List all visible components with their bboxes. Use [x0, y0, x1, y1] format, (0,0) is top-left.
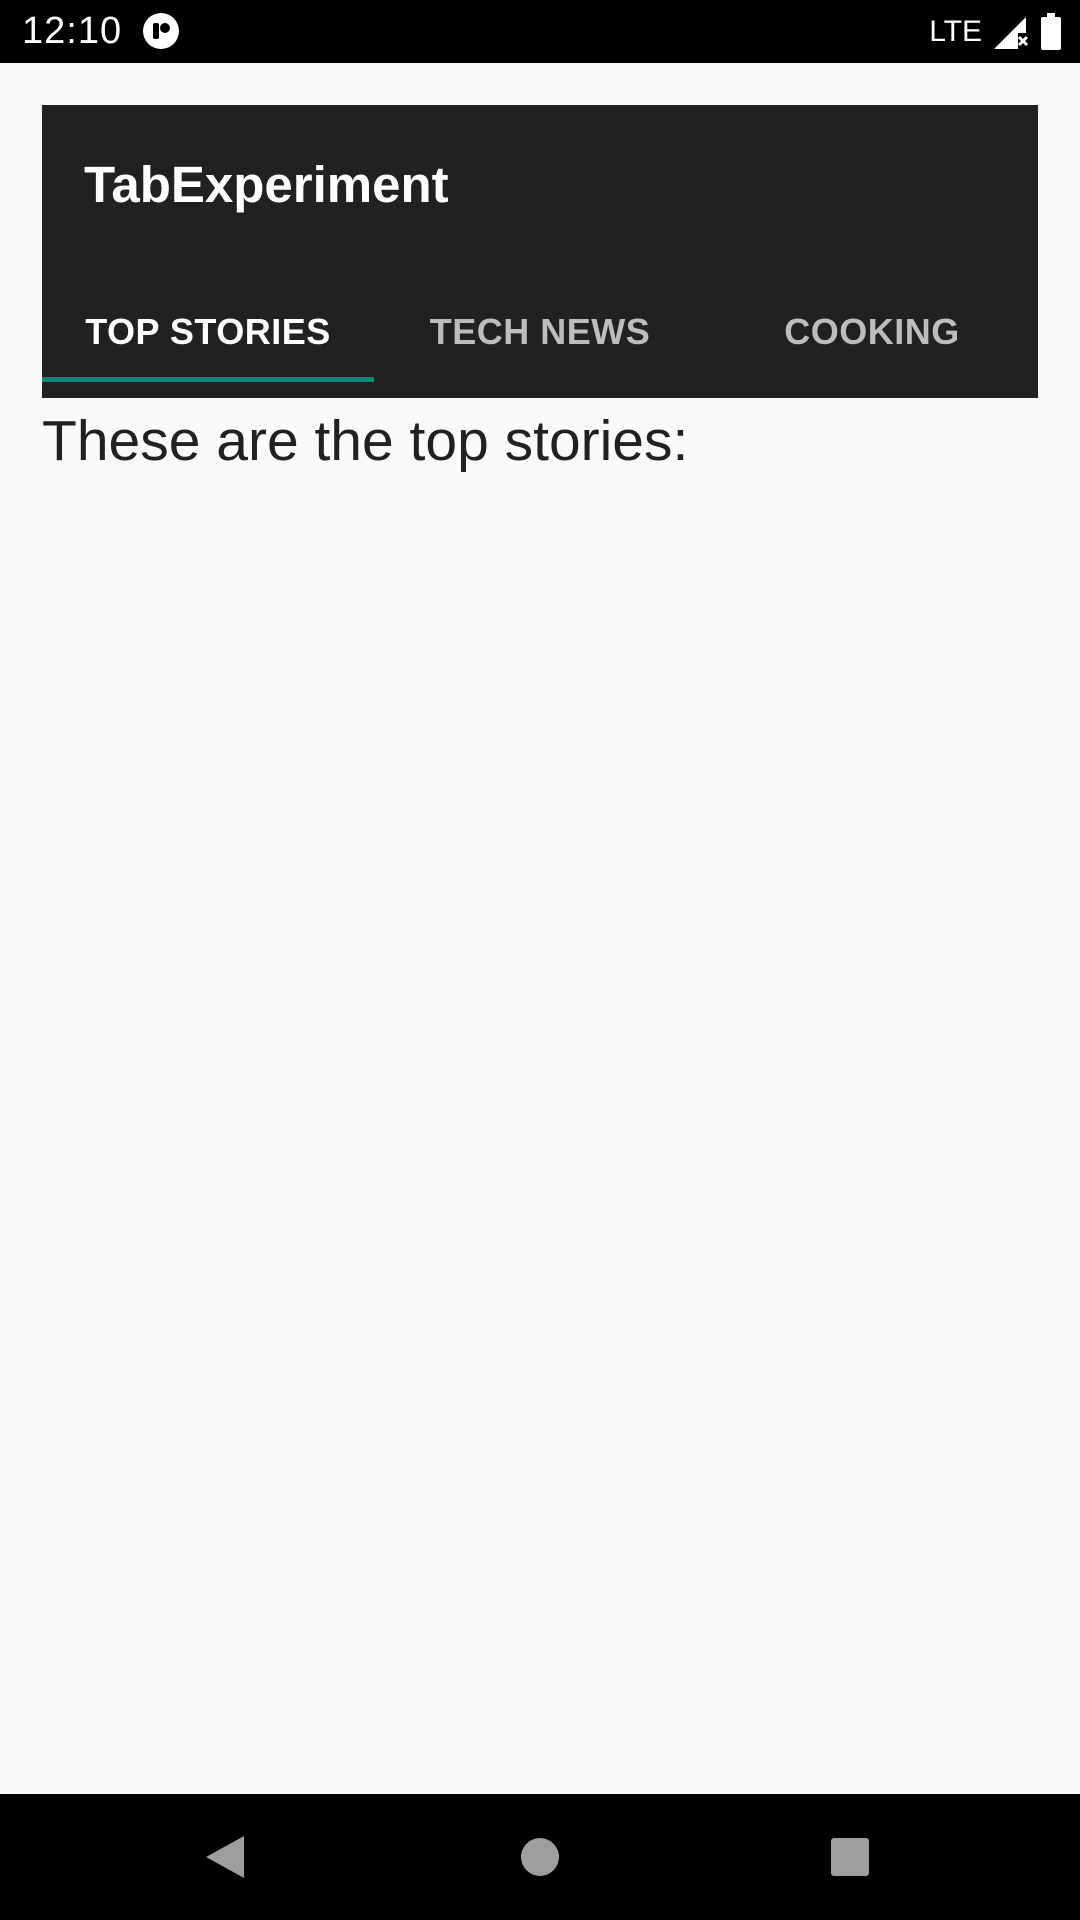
tab-layout: TOP STORIES TECH NEWS COOKING: [42, 282, 1038, 382]
back-icon: [206, 1836, 244, 1878]
signal-icon: [994, 16, 1029, 49]
recents-button[interactable]: [805, 1812, 895, 1902]
back-button[interactable]: [180, 1812, 270, 1902]
status-bar: 12:10 LTE: [0, 0, 1080, 63]
battery-icon: [1041, 12, 1061, 50]
tab-cooking[interactable]: COOKING: [706, 282, 1038, 382]
app-notification-icon: [143, 13, 179, 49]
home-button[interactable]: [495, 1812, 585, 1902]
status-icons: LTE: [929, 0, 1062, 63]
tab-indicator: [42, 377, 374, 382]
tab-top-stories[interactable]: TOP STORIES: [42, 282, 374, 382]
status-time: 12:10: [22, 10, 123, 52]
tab-label: COOKING: [784, 311, 960, 352]
tab-label: TECH NEWS: [429, 311, 651, 352]
app-bar: TabExperiment TOP STORIES TECH NEWS COOK…: [42, 105, 1038, 398]
home-icon: [521, 1838, 559, 1876]
content-text: These are the top stories:: [42, 409, 689, 473]
tab-tech-news[interactable]: TECH NEWS: [374, 282, 706, 382]
network-type: LTE: [929, 15, 982, 48]
app-title: TabExperiment: [84, 156, 449, 213]
navigation-bar: [0, 1794, 1080, 1920]
tab-label: TOP STORIES: [85, 311, 331, 352]
recents-icon: [831, 1838, 869, 1876]
